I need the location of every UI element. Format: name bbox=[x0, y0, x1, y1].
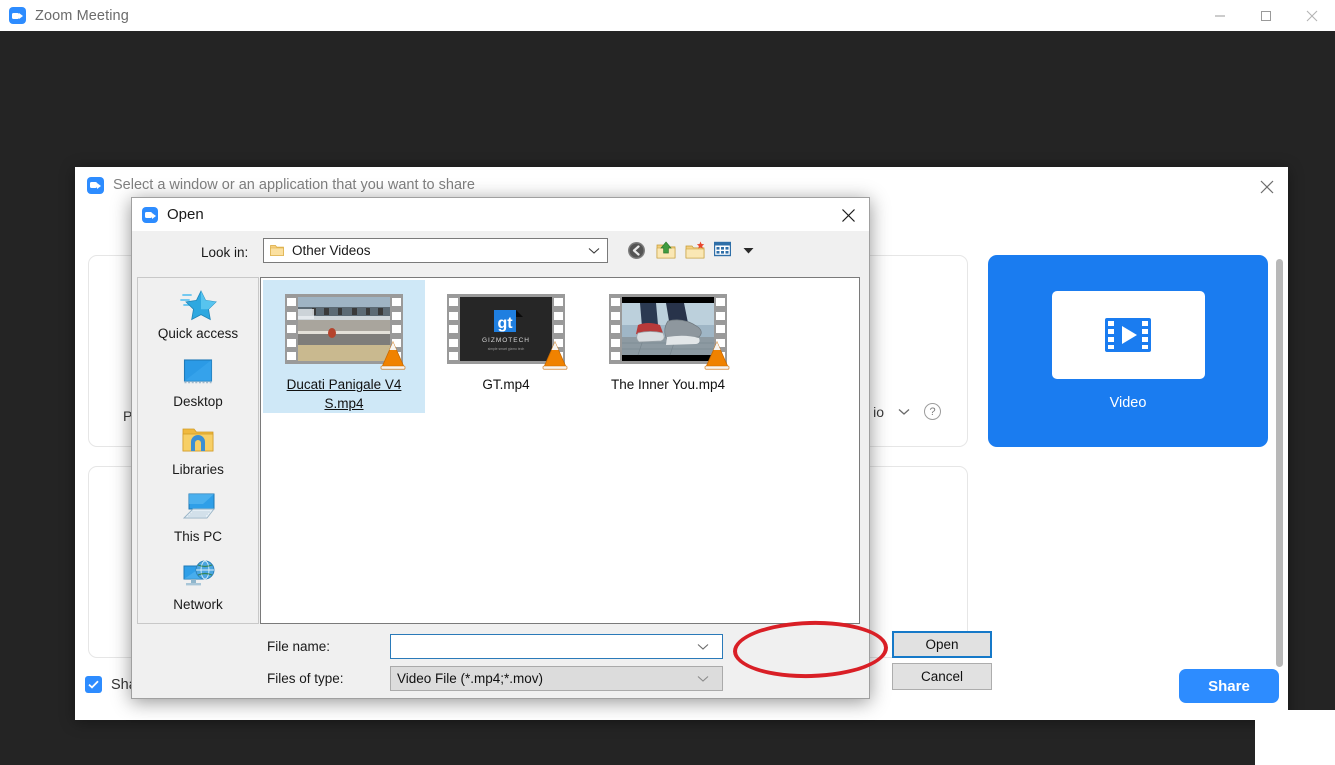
background-panel-edge bbox=[1255, 710, 1335, 765]
files-of-type-row: Files of type: Video File (*.mp4;*.mov) bbox=[132, 666, 869, 694]
desktop-icon bbox=[179, 357, 217, 391]
file-item[interactable]: Ducati Panigale V4 S.mp4 bbox=[263, 280, 425, 413]
svg-text:gt: gt bbox=[497, 315, 513, 332]
share-window-title: Select a window or an application that y… bbox=[113, 177, 475, 193]
file-thumbnail: gt GIZMOTECH simple smart gizmo tech bbox=[447, 294, 568, 370]
thumbnail-image-sneakers bbox=[622, 297, 714, 361]
file-item[interactable]: The Inner You.mp4 bbox=[587, 280, 749, 413]
audio-source-dropdown[interactable]: io ? bbox=[873, 403, 941, 420]
open-dialog-titlebar: Open bbox=[132, 198, 869, 231]
open-file-dialog: Open Look in: Other Videos Quick access … bbox=[131, 197, 992, 699]
place-label: This PC bbox=[173, 529, 222, 545]
open-dialog-title: Open bbox=[167, 206, 204, 223]
file-name-label-text: File name: bbox=[267, 639, 331, 654]
folder-icon bbox=[270, 244, 284, 257]
chevron-down-icon bbox=[898, 408, 910, 415]
place-label: Libraries bbox=[172, 461, 224, 477]
thumbnail-image-gizmotech: gt GIZMOTECH simple smart gizmo tech bbox=[460, 297, 552, 361]
file-name-row: File name: bbox=[132, 634, 869, 662]
video-clip-icon bbox=[1051, 291, 1205, 379]
chevron-down-icon[interactable] bbox=[697, 643, 709, 651]
share-tiles-scrollbar[interactable] bbox=[1276, 259, 1283, 667]
audio-source-value: io bbox=[873, 403, 884, 420]
share-tile-video[interactable]: Video bbox=[988, 255, 1268, 447]
views-dropdown-arrow-icon[interactable] bbox=[743, 241, 755, 260]
chevron-down-icon[interactable] bbox=[588, 247, 600, 255]
file-thumbnail bbox=[609, 294, 730, 370]
cancel-button[interactable]: Cancel bbox=[892, 663, 992, 690]
place-desktop[interactable]: Desktop bbox=[142, 352, 254, 420]
minimize-icon[interactable] bbox=[1197, 0, 1243, 31]
look-in-value: Other Videos bbox=[292, 243, 371, 258]
thumbnail-image-race-track bbox=[298, 297, 390, 361]
app-title: Zoom Meeting bbox=[35, 7, 129, 24]
share-window-close-icon[interactable] bbox=[1254, 174, 1280, 200]
libraries-folder-icon bbox=[179, 425, 217, 459]
checkbox-checked-icon bbox=[85, 676, 102, 693]
back-icon[interactable] bbox=[627, 241, 648, 260]
place-this-pc[interactable]: This PC bbox=[142, 487, 254, 555]
look-in-label: Look in: bbox=[201, 245, 249, 260]
open-button[interactable]: Open bbox=[892, 631, 992, 658]
file-name-label: The Inner You.mp4 bbox=[610, 377, 726, 392]
file-name-label: Ducati Panigale V4 S.mp4 bbox=[286, 377, 402, 411]
file-list-pane[interactable]: Ducati Panigale V4 S.mp4 gt GIZMOTECH si… bbox=[260, 277, 860, 624]
files-of-type-select[interactable]: Video File (*.mp4;*.mov) bbox=[390, 666, 723, 691]
chevron-down-icon[interactable] bbox=[697, 675, 709, 683]
this-pc-icon bbox=[179, 492, 217, 526]
help-icon[interactable]: ? bbox=[924, 403, 941, 420]
svg-text:simple smart gizmo tech: simple smart gizmo tech bbox=[488, 347, 525, 351]
look-in-combobox[interactable]: Other Videos bbox=[263, 238, 608, 263]
places-bar: Quick access Desktop Libraries This PC N… bbox=[137, 277, 259, 624]
vlc-cone-icon bbox=[541, 340, 569, 370]
vlc-cone-icon bbox=[703, 340, 731, 370]
file-name-input[interactable] bbox=[390, 634, 723, 659]
file-item[interactable]: gt GIZMOTECH simple smart gizmo tech GT.… bbox=[425, 280, 587, 413]
files-of-type-label-text: Files of type: bbox=[267, 671, 344, 686]
place-libraries[interactable]: Libraries bbox=[142, 420, 254, 488]
place-label: Quick access bbox=[157, 326, 239, 341]
place-network[interactable]: Network bbox=[142, 555, 254, 623]
dialog-toolbar bbox=[627, 238, 755, 263]
share-tile-video-label: Video bbox=[1109, 395, 1147, 411]
vlc-cone-icon bbox=[379, 340, 407, 370]
file-thumbnail bbox=[285, 294, 406, 370]
svg-text:GIZMOTECH: GIZMOTECH bbox=[482, 337, 530, 344]
place-label: Network bbox=[173, 597, 223, 613]
quick-access-star-icon bbox=[179, 289, 217, 323]
close-icon[interactable] bbox=[1289, 0, 1335, 31]
share-button[interactable]: Share bbox=[1179, 669, 1279, 703]
place-label: Desktop bbox=[173, 393, 223, 409]
up-folder-icon[interactable] bbox=[656, 241, 677, 260]
files-of-type-value: Video File (*.mp4;*.mov) bbox=[397, 671, 544, 686]
place-quick-access[interactable]: Quick access bbox=[142, 284, 254, 352]
zoom-icon bbox=[9, 7, 26, 24]
views-icon[interactable] bbox=[713, 241, 735, 260]
zoom-icon bbox=[142, 206, 158, 223]
look-in-row: Look in: Other Videos bbox=[132, 238, 869, 270]
file-name-label: GT.mp4 bbox=[482, 377, 530, 392]
new-folder-icon[interactable] bbox=[685, 241, 706, 260]
window-controls bbox=[1197, 0, 1335, 31]
screen-root: Zoom Meeting Select a window or an appli… bbox=[0, 0, 1335, 765]
maximize-icon[interactable] bbox=[1243, 0, 1289, 31]
app-titlebar: Zoom Meeting bbox=[0, 0, 1335, 31]
open-dialog-close-icon[interactable] bbox=[833, 203, 863, 227]
file-grid: Ducati Panigale V4 S.mp4 gt GIZMOTECH si… bbox=[263, 280, 749, 413]
network-globe-icon bbox=[179, 560, 217, 594]
zoom-icon bbox=[87, 176, 104, 194]
